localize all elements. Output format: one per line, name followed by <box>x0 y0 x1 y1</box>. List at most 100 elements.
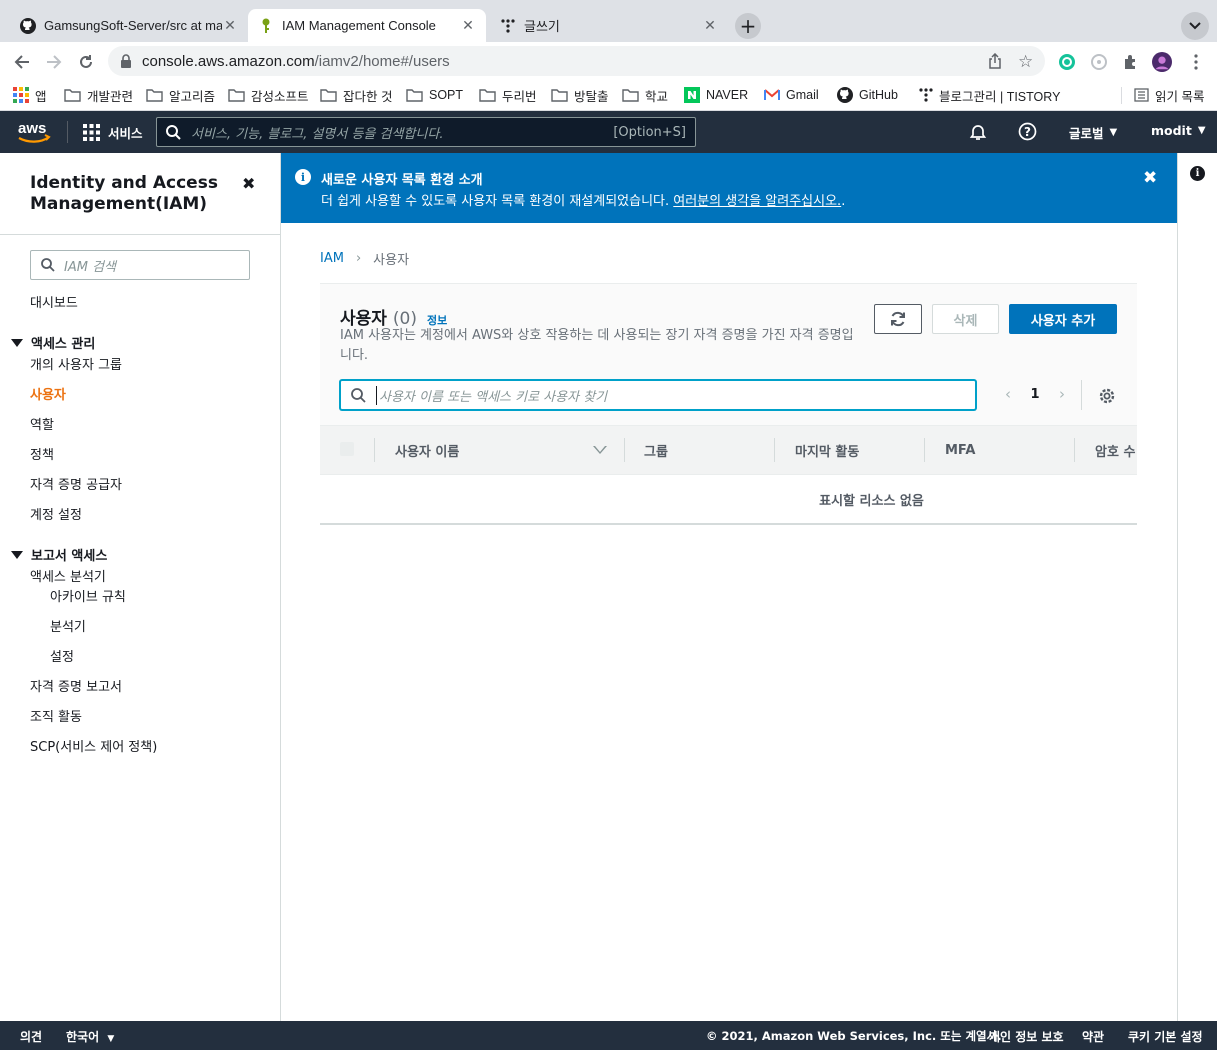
close-icon[interactable]: ✕ <box>222 17 238 34</box>
main-content: i 새로운 사용자 목록 환경 소개 더 쉽게 사용할 수 있도록 사용자 목록… <box>281 153 1177 1021</box>
star-icon[interactable]: ☆ <box>1018 52 1033 72</box>
delete-button[interactable]: 삭제 <box>932 304 999 334</box>
bookmark-folder[interactable]: 알고리즘 <box>146 86 215 104</box>
gear-icon[interactable] <box>1098 387 1116 405</box>
column-last-activity[interactable]: 마지막 활동 <box>795 426 859 474</box>
close-icon[interactable]: ✕ <box>460 17 476 34</box>
sidebar-item-settings[interactable]: 설정 <box>50 646 74 665</box>
sidebar-item-analyzers[interactable]: 분석기 <box>50 616 86 635</box>
sidebar-item-credential-report[interactable]: 자격 증명 보고서 <box>30 676 122 695</box>
bookmark-naver[interactable]: NAVER <box>684 86 748 104</box>
back-arrow-icon[interactable] <box>10 50 34 74</box>
services-menu[interactable]: 서비스 <box>83 123 143 142</box>
divider <box>0 234 280 235</box>
privacy-link[interactable]: 개인 정보 보호 <box>989 1028 1064 1045</box>
refresh-button[interactable] <box>874 304 922 334</box>
chevron-right-icon[interactable]: › <box>1050 385 1074 403</box>
bookmark-folder[interactable]: 감성소프트 <box>228 86 309 104</box>
grammarly-icon[interactable] <box>1057 52 1077 72</box>
feedback-link[interactable]: 의견 <box>20 1028 42 1045</box>
services-label: 서비스 <box>108 126 143 141</box>
help-icon[interactable]: ? <box>1018 122 1037 141</box>
column-password-age[interactable]: 암호 수 <box>1095 426 1135 474</box>
reading-list[interactable]: 읽기 목록 <box>1134 86 1204 104</box>
bookmark-label: 읽기 목록 <box>1155 89 1205 104</box>
folder-icon <box>622 88 639 102</box>
iam-search-input[interactable]: IAM 검색 <box>30 250 250 280</box>
bookmark-folder[interactable]: 개발관련 <box>64 86 133 104</box>
sidebar-item-roles[interactable]: 역할 <box>30 414 54 433</box>
bookmark-label: 감성소프트 <box>251 89 309 104</box>
bookmark-github[interactable]: GitHub <box>837 86 898 104</box>
divider <box>1081 380 1082 410</box>
language-label: 한국어 <box>66 1030 100 1044</box>
puzzle-icon[interactable] <box>1121 52 1141 72</box>
bookmark-apps[interactable]: 앱 <box>13 86 47 104</box>
share-icon[interactable] <box>988 53 1002 69</box>
bookmark-folder[interactable]: SOPT <box>406 86 463 104</box>
new-tab-button[interactable]: + <box>735 13 761 39</box>
chevron-down-icon[interactable] <box>1181 12 1209 40</box>
column-user-name[interactable]: 사용자 이름 <box>395 426 459 474</box>
aws-logo[interactable]: aws <box>16 120 52 146</box>
sidebar-item-scp[interactable]: SCP(서비스 제어 정책) <box>30 736 157 755</box>
sidebar-item-access-analyzer[interactable]: 액세스 분석기 <box>30 566 106 585</box>
reload-icon[interactable] <box>74 50 98 74</box>
bookmark-folder[interactable]: 방탈출 <box>551 86 609 104</box>
bookmark-folder[interactable]: 잡다한 것 <box>320 86 392 104</box>
page-number[interactable]: 1 <box>1020 387 1050 402</box>
bell-icon[interactable] <box>969 123 987 141</box>
select-all-checkbox[interactable] <box>340 442 354 456</box>
caret-down-icon: ▼ <box>1197 125 1206 136</box>
column-mfa[interactable]: MFA <box>945 426 975 474</box>
bookmark-label: SOPT <box>429 88 464 102</box>
breadcrumb-iam[interactable]: IAM <box>320 251 344 266</box>
avatar[interactable] <box>1152 52 1172 72</box>
browser-tab-iam[interactable]: IAM Management Console ✕ <box>248 9 486 42</box>
account-menu[interactable]: modit ▼ <box>1151 123 1206 138</box>
forward-arrow-icon[interactable] <box>42 50 66 74</box>
extension-icon[interactable] <box>1089 52 1109 72</box>
bookmark-gmail[interactable]: Gmail <box>764 86 819 104</box>
divider <box>1121 87 1122 104</box>
column-groups[interactable]: 그룹 <box>644 426 668 474</box>
sidebar-section-access[interactable]: 액세스 관리 <box>11 333 95 352</box>
sidebar-item-policies[interactable]: 정책 <box>30 444 54 463</box>
aws-search-input[interactable]: 서비스, 기능, 블로그, 설명서 등을 검색합니다. [Option+S] <box>156 117 696 147</box>
sidebar-item-organization-activity[interactable]: 조직 활동 <box>30 706 82 725</box>
sidebar-item-dashboard[interactable]: 대시보드 <box>30 292 78 311</box>
divider <box>624 438 625 462</box>
info-icon[interactable]: i <box>1190 166 1205 181</box>
user-search-input[interactable]: 사용자 이름 또는 액세스 키로 사용자 찾기 <box>340 380 976 410</box>
bookmark-label: 잡다한 것 <box>343 89 393 104</box>
bookmark-folder[interactable]: 두리번 <box>479 86 537 104</box>
region-selector[interactable]: 글로벌 ▼ <box>1069 123 1117 142</box>
sidebar-item-archive-rules[interactable]: 아카이브 규칙 <box>50 586 126 605</box>
sidebar-item-account-settings[interactable]: 계정 설정 <box>30 504 82 523</box>
close-icon[interactable]: ✕ <box>702 17 718 34</box>
close-icon[interactable]: ✖ <box>1143 168 1157 188</box>
close-icon[interactable]: ✖ <box>242 174 255 193</box>
sidebar-item-users[interactable]: 사용자 <box>30 384 66 403</box>
bookmark-folder[interactable]: 학교 <box>622 86 668 104</box>
terms-link[interactable]: 약관 <box>1082 1028 1104 1045</box>
add-user-button[interactable]: 사용자 추가 <box>1009 304 1117 334</box>
folder-icon <box>406 88 423 102</box>
sidebar-item-identity-providers[interactable]: 자격 증명 공급자 <box>30 474 122 493</box>
reading-list-icon <box>1134 88 1149 102</box>
svg-text:?: ? <box>1024 125 1031 139</box>
language-selector[interactable]: 한국어 ▼ <box>66 1028 114 1045</box>
chevron-left-icon[interactable]: ‹ <box>996 385 1020 403</box>
tistory-icon <box>500 18 516 34</box>
address-bar[interactable]: console.aws.amazon.com/iamv2/home#/users… <box>108 46 1045 76</box>
feedback-link[interactable]: 여러분의 생각을 알려주십시오. <box>673 194 841 209</box>
bookmark-tistory[interactable]: 블로그관리 | TISTORY <box>919 86 1060 104</box>
sort-icon-inner <box>595 446 605 452</box>
browser-tab-github[interactable]: GamsungSoft-Server/src at ma ✕ <box>10 9 248 42</box>
more-vert-icon[interactable] <box>1186 52 1206 72</box>
sidebar-item-user-groups[interactable]: 개의 사용자 그룹 <box>30 354 122 373</box>
pagination: ‹ 1 › <box>996 385 1074 403</box>
browser-tab-write[interactable]: 글쓰기 ✕ <box>490 9 728 42</box>
sidebar-section-reports[interactable]: 보고서 액세스 <box>11 545 107 564</box>
cookie-preferences-link[interactable]: 쿠키 기본 설정 <box>1128 1028 1203 1045</box>
